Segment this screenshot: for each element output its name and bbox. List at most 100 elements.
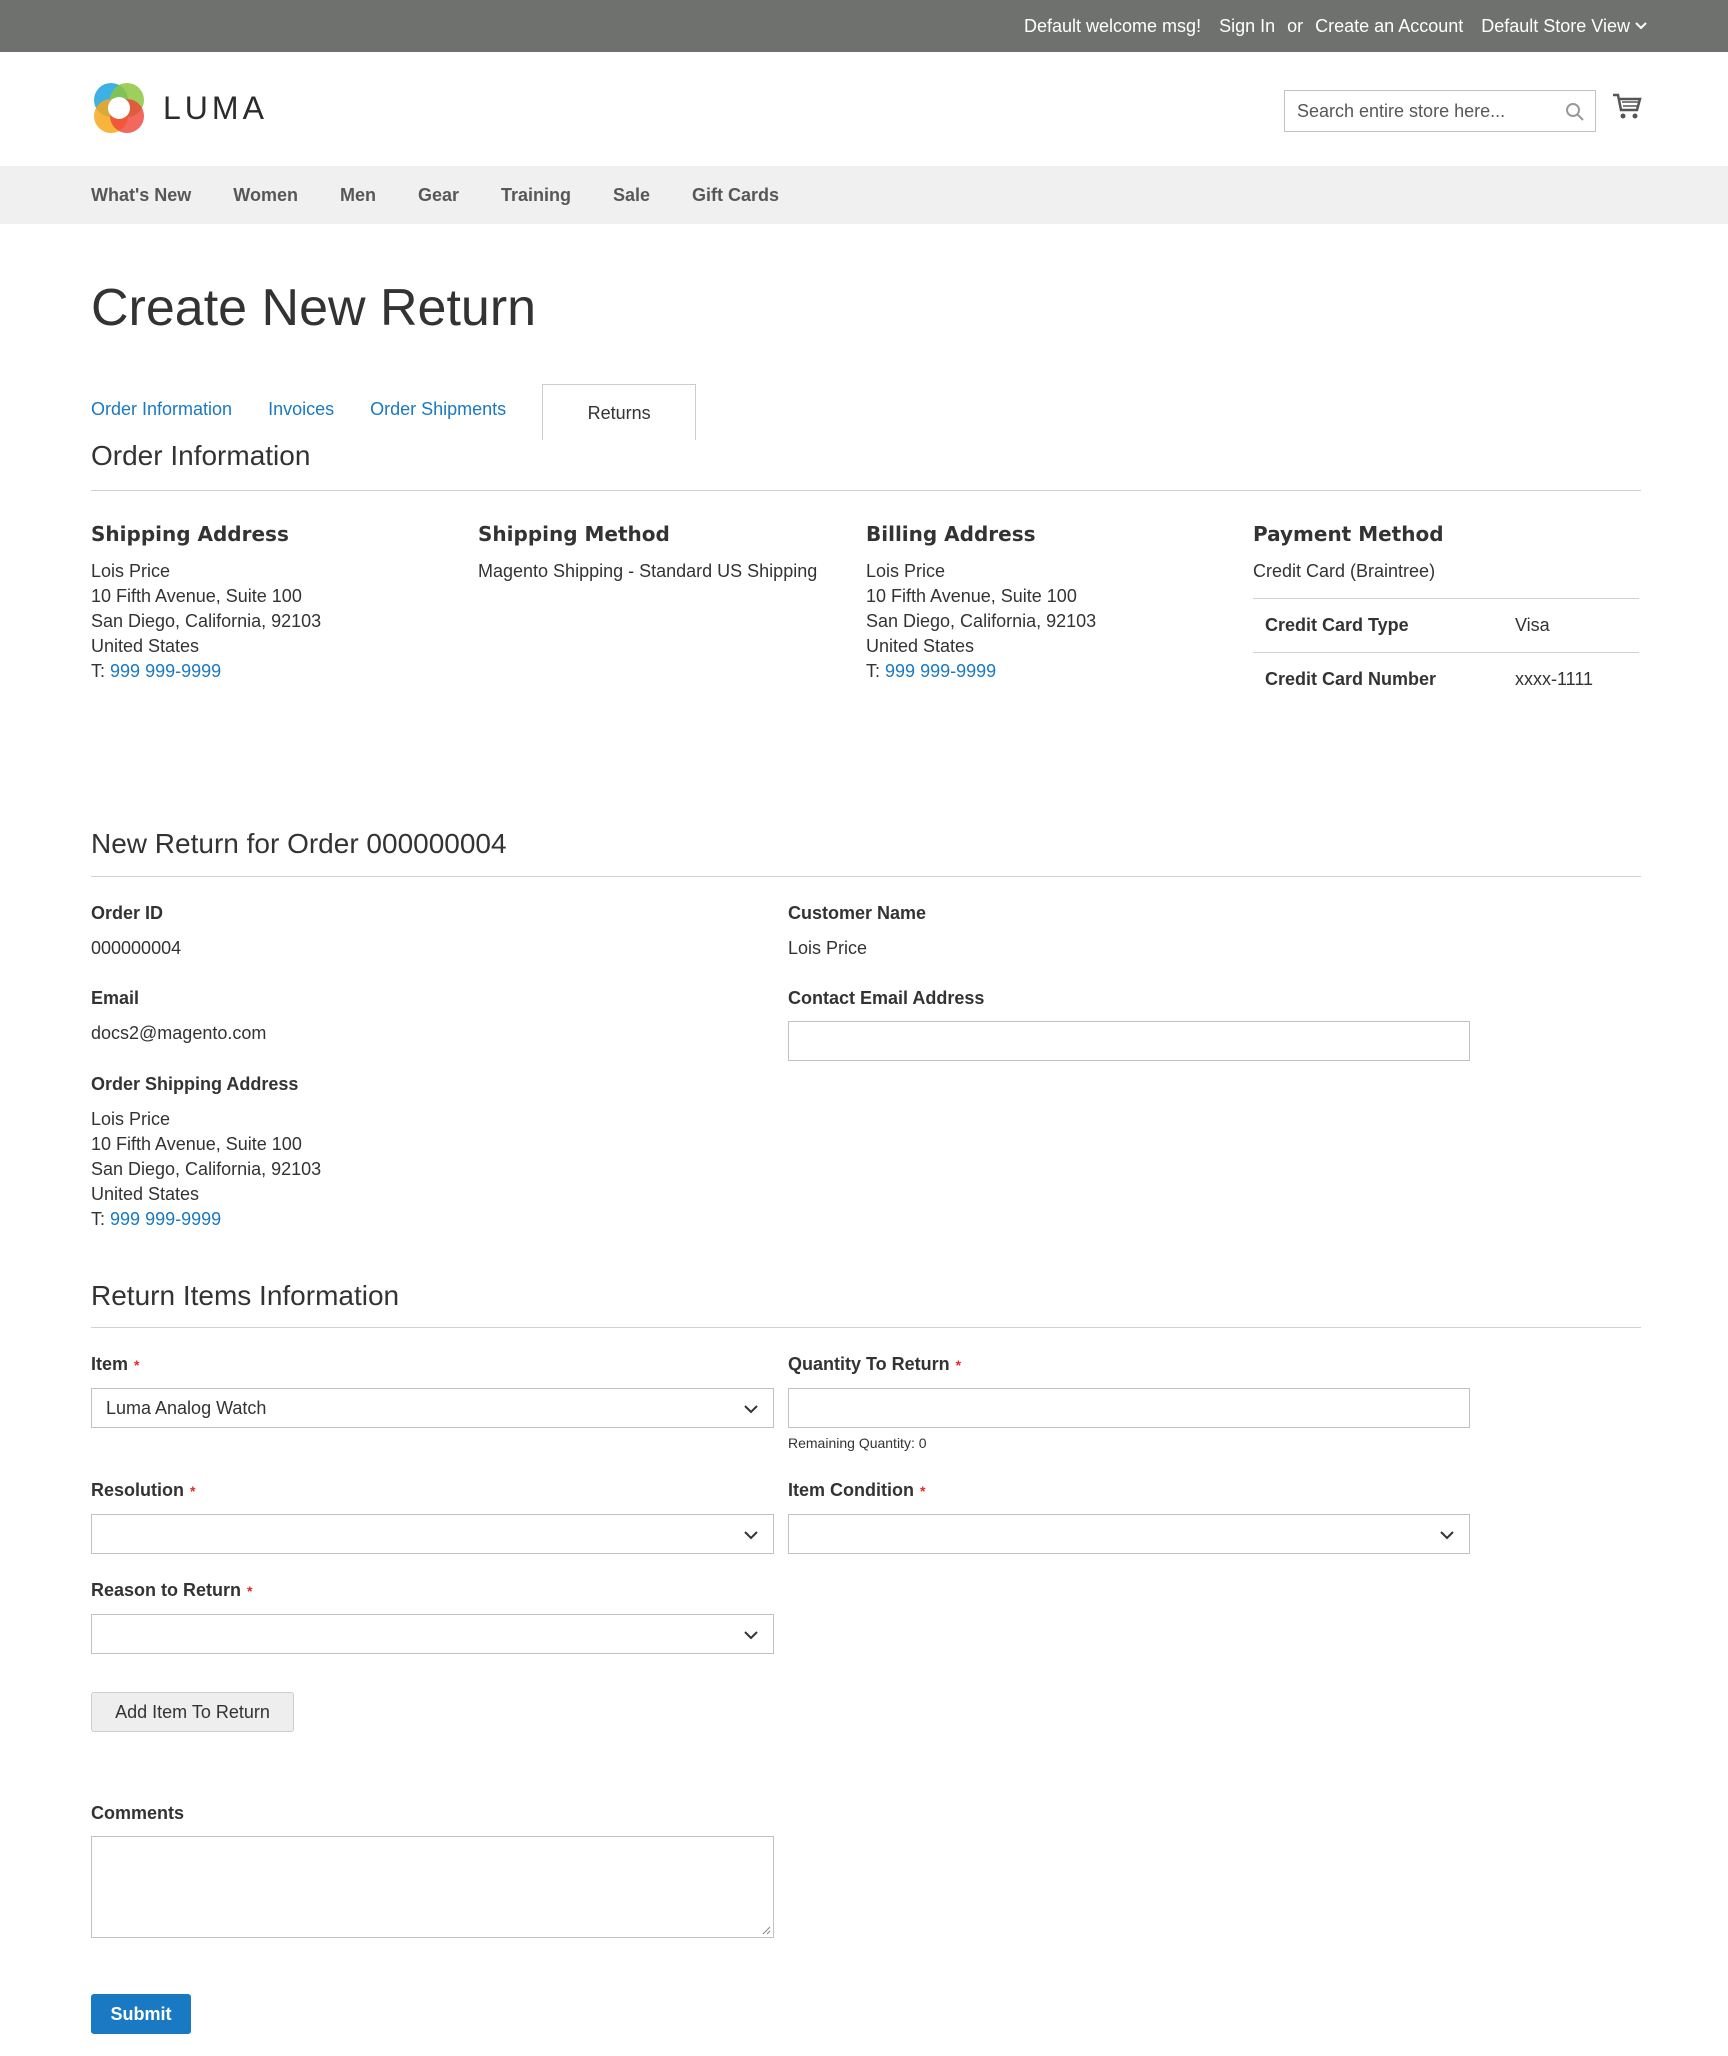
nav-training[interactable]: Training: [501, 185, 571, 206]
billing-address-heading: Billing Address: [866, 522, 1226, 547]
billing-phone-line: T: 999 999-9999: [866, 659, 1226, 684]
divider: [91, 1327, 1641, 1328]
quantity-label: Quantity To Return*: [788, 1354, 961, 1375]
comments-label: Comments: [91, 1803, 184, 1824]
new-return-title: New Return for Order 000000004: [91, 828, 507, 860]
card-number-value: xxxx-1111: [1503, 653, 1639, 707]
ship-city: San Diego, California, 92103: [91, 1157, 321, 1182]
billing-name: Lois Price: [866, 559, 1226, 584]
logo-text: LUMA: [163, 90, 268, 127]
ship-name: Lois Price: [91, 1107, 321, 1132]
reason-label: Reason to Return*: [91, 1580, 252, 1601]
tab-invoices[interactable]: Invoices: [268, 384, 334, 420]
contact-email-label: Contact Email Address: [788, 988, 984, 1009]
quantity-input[interactable]: [788, 1388, 1470, 1428]
card-type-label: Credit Card Type: [1253, 599, 1503, 653]
chevron-down-icon: [743, 1527, 759, 1543]
table-row: Credit Card Type Visa: [1253, 599, 1639, 653]
order-information-title: Order Information: [91, 440, 310, 472]
remaining-quantity-note: Remaining Quantity: 0: [788, 1435, 927, 1451]
shipping-address-heading: Shipping Address: [91, 522, 451, 547]
cart-icon[interactable]: [1612, 92, 1642, 120]
submit-button[interactable]: Submit: [91, 1994, 191, 2034]
shipping-method-heading: Shipping Method: [478, 522, 848, 547]
chevron-down-icon: [1634, 21, 1648, 31]
payment-details-table: Credit Card Type Visa Credit Card Number…: [1253, 598, 1639, 706]
store-view-label: Default Store View: [1481, 16, 1630, 37]
table-row: Credit Card Number xxxx-1111: [1253, 653, 1639, 707]
email-value: docs2@magento.com: [91, 1021, 266, 1046]
nav-sale[interactable]: Sale: [613, 185, 650, 206]
shipping-city: San Diego, California, 92103: [91, 609, 451, 634]
resolution-select[interactable]: [91, 1514, 774, 1554]
chevron-down-icon: [743, 1401, 759, 1417]
header: LUMA: [0, 52, 1728, 166]
contact-email-field[interactable]: [788, 1021, 1470, 1061]
phone-prefix: T:: [866, 661, 880, 681]
sign-in-link[interactable]: Sign In: [1219, 16, 1275, 37]
billing-address-block: Billing Address Lois Price 10 Fifth Aven…: [866, 522, 1226, 684]
top-links: Default welcome msg! Sign In or Create a…: [1024, 0, 1648, 52]
billing-city: San Diego, California, 92103: [866, 609, 1226, 634]
nav-women[interactable]: Women: [233, 185, 298, 206]
nav-whats-new[interactable]: What's New: [91, 185, 191, 206]
nav-gear[interactable]: Gear: [418, 185, 459, 206]
order-tabs: Order Information Invoices Order Shipmen…: [91, 384, 732, 440]
reason-select[interactable]: [91, 1614, 774, 1654]
ship-street: 10 Fifth Avenue, Suite 100: [91, 1132, 321, 1157]
required-mark: *: [190, 1483, 195, 1499]
resize-grip-icon[interactable]: [761, 1925, 771, 1935]
item-condition-label-text: Item Condition: [788, 1480, 914, 1500]
item-label-text: Item: [91, 1354, 128, 1374]
item-condition-label: Item Condition *: [788, 1480, 925, 1501]
store-view-switcher[interactable]: Default Store View: [1481, 16, 1648, 37]
tab-order-information[interactable]: Order Information: [91, 384, 232, 420]
main-nav: What's New Women Men Gear Training Sale …: [0, 166, 1728, 224]
logo[interactable]: LUMA: [91, 80, 268, 136]
shipping-method-block: Shipping Method Magento Shipping - Stand…: [478, 522, 848, 584]
card-number-label: Credit Card Number: [1253, 653, 1503, 707]
reason-label-text: Reason to Return: [91, 1580, 241, 1600]
search-icon[interactable]: [1565, 102, 1585, 122]
tab-order-shipments[interactable]: Order Shipments: [370, 384, 506, 420]
comments-textarea[interactable]: [91, 1836, 774, 1938]
phone-prefix: T:: [91, 1209, 105, 1229]
or-text: or: [1287, 16, 1303, 37]
add-item-button[interactable]: Add Item To Return: [91, 1692, 294, 1732]
nav-men[interactable]: Men: [340, 185, 376, 206]
ship-phone-link[interactable]: 999 999-9999: [110, 1209, 221, 1229]
shipping-name: Lois Price: [91, 559, 451, 584]
customer-name-value: Lois Price: [788, 936, 867, 961]
ship-country: United States: [91, 1182, 321, 1207]
welcome-message: Default welcome msg!: [1024, 16, 1201, 37]
billing-phone-link[interactable]: 999 999-9999: [885, 661, 996, 681]
billing-country: United States: [866, 634, 1226, 659]
chevron-down-icon: [743, 1627, 759, 1643]
nav-gift-cards[interactable]: Gift Cards: [692, 185, 779, 206]
item-select[interactable]: Luma Analog Watch: [91, 1388, 774, 1428]
item-condition-select[interactable]: [788, 1514, 1470, 1554]
card-type-value: Visa: [1503, 599, 1639, 653]
page-title: Create New Return: [91, 278, 536, 338]
customer-name-label: Customer Name: [788, 903, 926, 924]
required-mark: *: [956, 1357, 961, 1373]
search-input[interactable]: [1297, 101, 1557, 122]
search-box: [1284, 90, 1596, 132]
shipping-phone-line: T: 999 999-9999: [91, 659, 451, 684]
luma-logo-icon: [91, 80, 147, 136]
divider: [91, 490, 1641, 491]
shipping-phone-link[interactable]: 999 999-9999: [110, 661, 221, 681]
order-id-value: 000000004: [91, 936, 181, 961]
shipping-method-value: Magento Shipping - Standard US Shipping: [478, 559, 848, 584]
required-mark: *: [920, 1483, 925, 1499]
tab-returns[interactable]: Returns: [542, 384, 696, 440]
order-shipping-address-label: Order Shipping Address: [91, 1074, 298, 1095]
resolution-label: Resolution*: [91, 1480, 195, 1501]
billing-street: 10 Fifth Avenue, Suite 100: [866, 584, 1226, 609]
payment-method-heading: Payment Method: [1253, 522, 1643, 547]
payment-method-value: Credit Card (Braintree): [1253, 559, 1643, 584]
required-mark: *: [134, 1357, 139, 1373]
create-account-link[interactable]: Create an Account: [1315, 16, 1463, 37]
phone-prefix: T:: [91, 661, 105, 681]
chevron-down-icon: [1439, 1527, 1455, 1543]
